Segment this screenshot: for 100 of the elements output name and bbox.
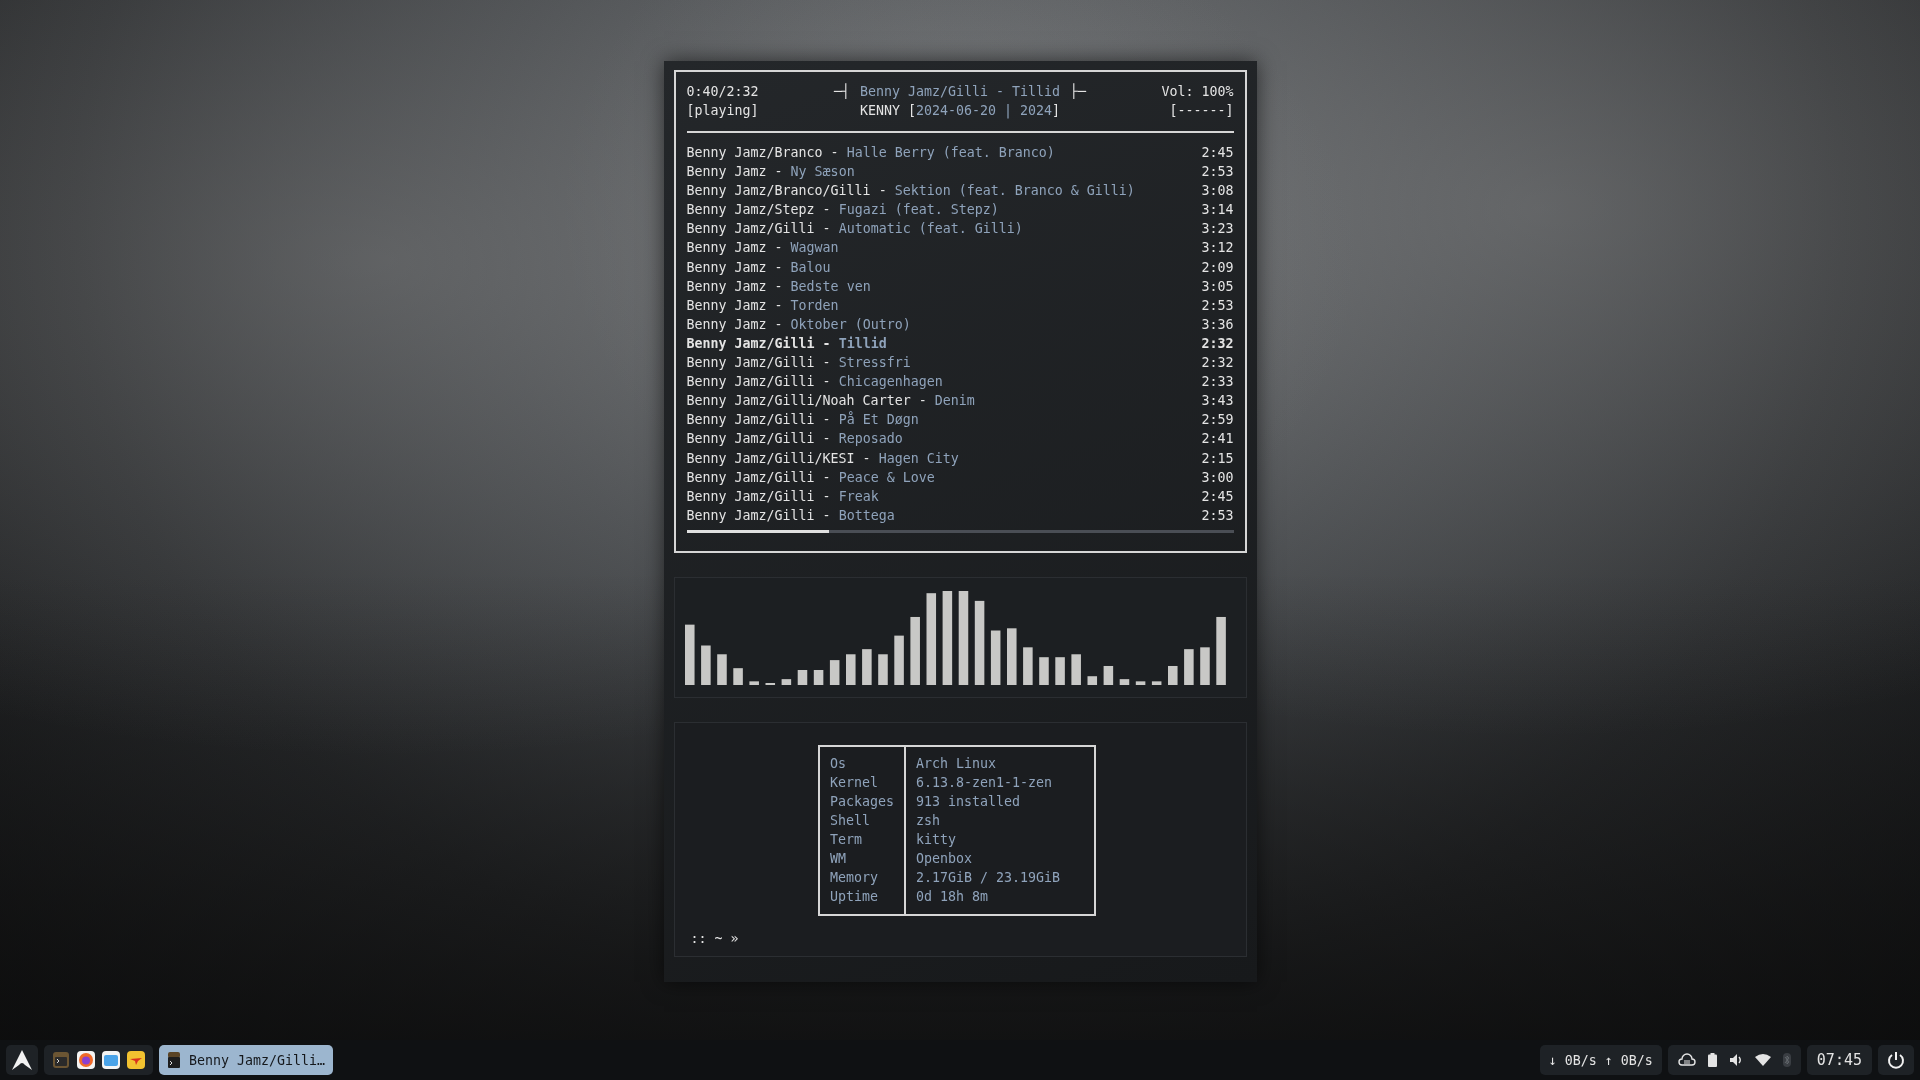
track-name: Benny Jamz - Ny Sæson [686, 163, 855, 182]
now-playing-title: Benny Jamz/Gilli - Tillid [859, 83, 1061, 101]
playlist-track[interactable]: Benny Jamz/Branco/Gilli - Sektion (feat. Branco & Gilli) 3:08 [686, 181, 1234, 201]
volume-label: Vol: 100% [1161, 83, 1234, 101]
power-button[interactable] [1878, 1045, 1914, 1075]
track-duration: 2:32 [1201, 354, 1234, 373]
track-duration: 3:12 [1201, 239, 1234, 258]
track-duration: 3:43 [1201, 392, 1234, 411]
track-name: Benny Jamz/Gilli - Chicagenhagen [686, 373, 943, 392]
cloud-icon[interactable] [1677, 1053, 1696, 1067]
playlist-track[interactable]: Benny Jamz - Ny Sæson 2:53 [686, 162, 1234, 182]
track-duration: 3:36 [1201, 315, 1234, 334]
playlist-track[interactable]: Benny Jamz/Gilli - Tillid 2:32 [686, 333, 1234, 354]
bluetooth-icon[interactable] [1782, 1053, 1791, 1067]
start-menu-button[interactable] [6, 1045, 38, 1075]
track-duration: 2:53 [1201, 506, 1234, 525]
track-name: Benny Jamz/Branco/Gilli - Sektion (feat. Branco & Gilli) [686, 182, 1135, 201]
playlist-track[interactable]: Benny Jamz - Torden 2:53 [686, 295, 1234, 315]
title-decoration: ─┤ [833, 82, 850, 101]
info-label: Kernel [830, 774, 880, 792]
playback-status: [playing] [686, 102, 759, 120]
info-label: Uptime [830, 888, 880, 906]
playlist-track[interactable]: Benny Jamz/Gilli - Chicagenhagen 2:33 [686, 372, 1234, 392]
track-name: Benny Jamz/Gilli - På Et Døgn [686, 410, 919, 430]
playlist-track[interactable]: Benny Jamz - Balou 2:09 [686, 257, 1234, 277]
playlist-track[interactable]: Benny Jamz/Gilli - Automatic (feat. Gilli) 3:23 [686, 219, 1234, 239]
info-value: zsh [916, 812, 942, 830]
battery-icon[interactable] [1707, 1053, 1717, 1067]
info-label: Shell [830, 812, 872, 830]
bird-icon[interactable] [127, 1051, 145, 1069]
playlist-track[interactable]: Benny Jamz/Gilli - Freak 2:45 [686, 486, 1234, 506]
album-info: KENNY [2024-06-20 | 2024] [859, 102, 1061, 120]
track-name: Benny Jamz/Gilli - Reposado [686, 430, 903, 449]
info-label: Memory [830, 869, 880, 887]
track-name: Benny Jamz - Wagwan [686, 239, 839, 258]
title-decoration: ├─ [1070, 82, 1087, 101]
track-name: Benny Jamz/Gilli - Stressfri [686, 354, 911, 373]
track-duration: 2:41 [1201, 430, 1234, 449]
track-name: Benny Jamz/Gilli - Tillid [686, 334, 887, 353]
track-duration: 3:23 [1201, 220, 1234, 239]
volume-icon[interactable] [1728, 1053, 1743, 1067]
playback-position: 0:40/2:32 [686, 83, 759, 101]
arch-logo-icon [11, 1049, 33, 1071]
track-duration: 2:33 [1201, 373, 1234, 392]
track-name: Benny Jamz/Gilli/KESI - Hagen City [686, 449, 959, 468]
playlist-track[interactable]: Benny Jamz - Bedste ven 3:05 [686, 276, 1234, 296]
shell-prompt: :: ~ » [690, 931, 739, 946]
playlist-track[interactable]: Benny Jamz/Gilli/KESI - Hagen City 2:15 [686, 448, 1234, 468]
info-value: Arch Linux [916, 755, 998, 773]
info-label: Os [830, 755, 847, 773]
track-duration: 3:08 [1201, 182, 1234, 201]
track-name: Benny Jamz/Gilli - Freak [686, 487, 879, 506]
playlist-track[interactable]: Benny Jamz/Gilli - På Et Døgn 2:59 [686, 410, 1234, 430]
playlist-track[interactable]: Benny Jamz/Gilli - Reposado 2:41 [686, 429, 1234, 449]
track-name: Benny Jamz/Gilli - Peace & Love [686, 468, 935, 487]
active-task-button[interactable]: Benny Jamz/Gilli… [159, 1045, 334, 1075]
folder-icon[interactable] [102, 1051, 120, 1069]
track-duration: 2:53 [1201, 163, 1234, 182]
track-name: Benny Jamz - Bedste ven [686, 277, 871, 296]
info-label: Packages [830, 793, 894, 811]
track-name: Benny Jamz - Balou [686, 258, 831, 277]
playlist-track[interactable]: Benny Jamz/Gilli/Noah Carter - Denim 3:43 [686, 391, 1234, 411]
track-duration: 2:15 [1201, 449, 1234, 468]
playlist-track[interactable]: Benny Jamz/Stepz - Fugazi (feat. Stepz) 3:14 [686, 200, 1234, 220]
playlist-track[interactable]: Benny Jamz/Gilli - Bottega 2:53 [686, 505, 1234, 525]
track-duration: 2:53 [1201, 296, 1234, 315]
track-duration: 2:32 [1201, 334, 1234, 353]
wifi-icon[interactable] [1754, 1054, 1771, 1066]
playlist-track[interactable]: Benny Jamz/Branco - Halle Berry (feat. Branco) 2:45 [686, 143, 1234, 163]
browser-icon[interactable] [77, 1051, 95, 1069]
track-name: Benny Jamz - Torden [686, 296, 839, 315]
playlist-track[interactable]: Benny Jamz - Oktober (Outro) 3:36 [686, 314, 1234, 334]
terminal-icon [167, 1052, 181, 1068]
info-value: 6.13.8-zen1-1-zen [916, 774, 1054, 792]
track-duration: 2:59 [1201, 411, 1234, 430]
info-label: Term [830, 831, 864, 849]
track-duration: 3:14 [1201, 201, 1234, 220]
network-speed: ↓ 0B/s ↑ 0B/s [1539, 1045, 1662, 1075]
track-name: Benny Jamz - Oktober (Outro) [686, 315, 911, 334]
volume-indicator-text: [------] [1169, 102, 1234, 120]
track-name: Benny Jamz/Stepz - Fugazi (feat. Stepz) [686, 201, 999, 220]
info-label: WM [830, 850, 847, 868]
info-value: Openbox [916, 850, 974, 868]
info-value: 0d 18h 8m [916, 888, 990, 906]
info-value: kitty [916, 831, 958, 849]
track-duration: 3:05 [1201, 277, 1234, 296]
playlist-track[interactable]: Benny Jamz - Wagwan 3:12 [686, 238, 1234, 258]
track-duration: 2:45 [1201, 144, 1234, 162]
track-duration: 3:00 [1201, 468, 1234, 487]
playlist-track[interactable]: Benny Jamz/Gilli - Stressfri 2:32 [686, 353, 1234, 373]
clock: 07:45 [1806, 1045, 1872, 1075]
track-duration: 2:45 [1201, 487, 1234, 506]
info-value: 913 installed [916, 793, 1022, 811]
track-name: Benny Jamz/Branco - Halle Berry (feat. Branco) [686, 144, 1055, 162]
track-name: Benny Jamz/Gilli - Bottega [686, 506, 895, 525]
track-duration: 2:09 [1201, 258, 1234, 277]
info-value: 2.17GiB / 23.19GiB [916, 869, 1062, 887]
track-name: Benny Jamz/Gilli - Automatic (feat. Gilli) [686, 220, 1023, 239]
power-icon [1886, 1050, 1906, 1070]
playlist-track[interactable]: Benny Jamz/Gilli - Peace & Love 3:00 [686, 467, 1234, 487]
